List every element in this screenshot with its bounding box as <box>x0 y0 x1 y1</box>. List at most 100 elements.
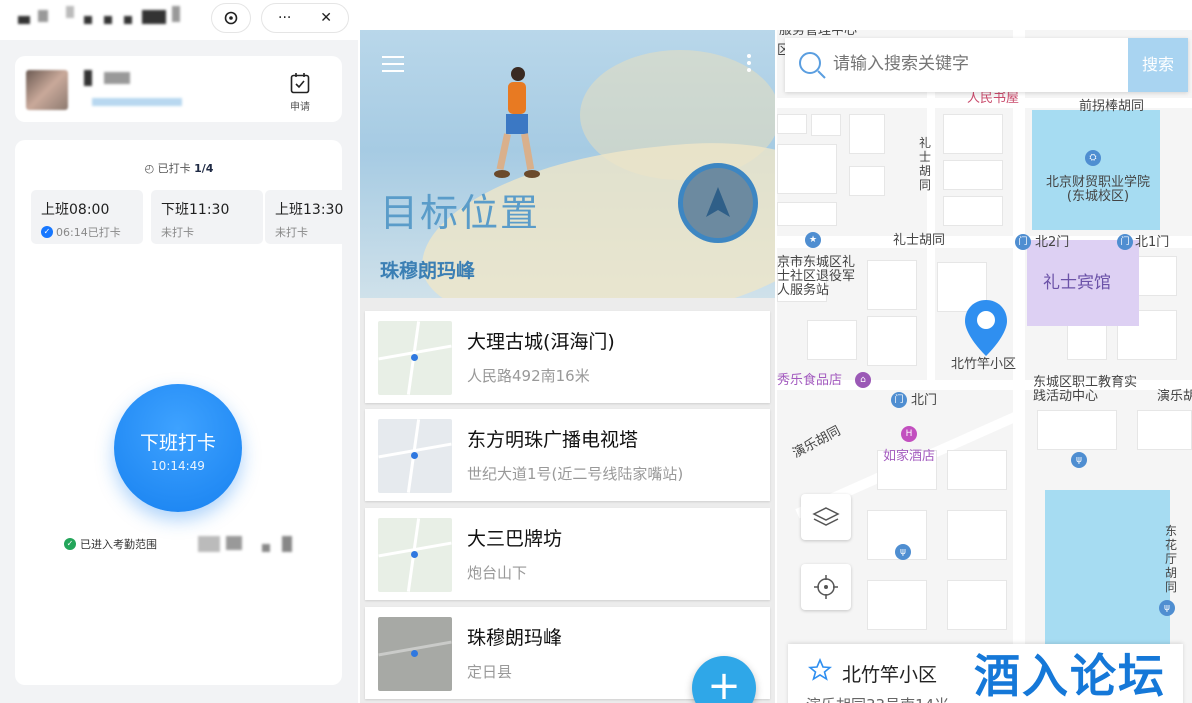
item-title: 东方明珠广播电视塔 <box>467 429 639 451</box>
star-poi-icon[interactable]: ★ <box>805 232 821 248</box>
restaurant-icon[interactable]: ψ <box>1159 600 1175 616</box>
map-label: 京市东城区礼士社区退役军人服务站 <box>777 255 856 298</box>
school-icon[interactable]: ⛭ <box>1085 150 1101 166</box>
map-label: 北门 <box>911 393 938 408</box>
location-compass-icon[interactable] <box>678 163 758 243</box>
list-item[interactable]: 大理古城(洱海门) 人民路492南16米 <box>365 311 770 403</box>
mini-program-top-bar: ··· ✕ <box>0 0 358 40</box>
campus-area <box>1032 110 1160 230</box>
locate-button[interactable] <box>801 564 851 610</box>
search-button[interactable]: 搜索 <box>1128 38 1188 92</box>
item-title: 珠穆朗玛峰 <box>467 627 563 649</box>
map-block <box>867 316 917 366</box>
layers-button[interactable] <box>801 494 851 540</box>
close-icon[interactable]: ✕ <box>320 10 332 26</box>
item-subtitle: 人民路492南16米 <box>467 367 590 385</box>
slot-title: 上班13:30 <box>275 202 344 218</box>
map-thumbnail <box>378 321 452 395</box>
item-title: 大三巴牌坊 <box>467 528 563 550</box>
hero-subtitle: 珠穆朗玛峰 <box>380 260 476 282</box>
map-block <box>1037 410 1117 450</box>
map-label: 北2门 <box>1035 235 1070 250</box>
punch-button[interactable]: 下班打卡 10:14:49 <box>114 384 242 512</box>
menu-icon[interactable] <box>382 56 404 77</box>
map-block <box>1067 320 1107 360</box>
check-icon: ✓ <box>64 538 76 550</box>
blurred-title <box>124 16 132 24</box>
blurred-title <box>104 16 112 24</box>
item-subtitle: 炮台山下 <box>467 564 528 582</box>
water-area <box>1045 490 1170 650</box>
screenshot-root: ··· ✕ 申请 ◴ 已打卡 1/4 上班08:00 ✓ 06:14已打卡 下班1… <box>0 0 1192 703</box>
map-label: 演乐胡 <box>1157 389 1192 404</box>
map-block <box>811 114 841 136</box>
map-label: 东花厅胡同 <box>1165 524 1178 594</box>
map-block <box>849 166 885 196</box>
avatar <box>26 70 68 110</box>
blurred-title <box>38 10 48 22</box>
swirl-icon <box>224 11 238 25</box>
slot-status: ✓ 06:14已打卡 <box>41 224 143 240</box>
more-icon[interactable]: ··· <box>278 10 291 26</box>
restaurant-icon[interactable]: ψ <box>895 544 911 560</box>
map-block <box>943 114 1003 154</box>
blurred-name <box>84 70 92 86</box>
map-block <box>867 260 917 310</box>
navigation-arrow-icon <box>706 187 730 217</box>
map-block <box>777 202 837 226</box>
blurred-location <box>262 544 270 552</box>
gate-icon[interactable]: 门 <box>891 392 907 408</box>
punch-label: 下班打卡 <box>139 432 216 454</box>
map-thumbnail <box>378 617 452 691</box>
summary-count: 1/4 <box>194 162 214 175</box>
search-icon <box>799 52 826 79</box>
range-text: 已进入考勤范围 <box>80 538 157 551</box>
mini-program-icon-button[interactable] <box>211 3 251 33</box>
item-subtitle: 世纪大道1号(近二号线陆家嘴站) <box>467 465 684 483</box>
blurred-location <box>226 536 242 550</box>
blurred-title <box>18 16 30 24</box>
gate-icon[interactable]: 门 <box>1015 234 1031 250</box>
check-icon: ✓ <box>41 226 53 238</box>
map-label: 礼士宾馆 <box>1043 273 1111 293</box>
clock-icon: ◴ <box>144 162 155 175</box>
apply-label: 申请 <box>290 102 310 113</box>
punch-slot[interactable]: 上班08:00 ✓ 06:14已打卡 <box>31 190 143 244</box>
hero-title: 目标位置 <box>380 191 541 235</box>
star-outline-icon[interactable] <box>808 658 832 682</box>
hotel-icon[interactable]: H <box>901 426 917 442</box>
item-title: 大理古城(洱海门) <box>467 331 615 353</box>
restaurant-icon[interactable]: ψ <box>1071 452 1087 468</box>
map-label: 东城区职工教育实践活动中心 <box>1033 375 1138 404</box>
map-block <box>943 160 1003 190</box>
apply-button[interactable]: 申请 <box>284 72 316 113</box>
search-input[interactable] <box>833 54 1123 74</box>
slot-status: 未打卡 <box>275 226 308 239</box>
gate-icon[interactable]: 门 <box>1117 234 1133 250</box>
shop-icon[interactable]: ⌂ <box>855 372 871 388</box>
item-subtitle: 定日县 <box>467 663 513 681</box>
range-status: ✓ 已进入考勤范围 <box>64 536 157 552</box>
punch-slot[interactable]: 下班11:30 未打卡 <box>151 190 263 244</box>
map-block <box>1137 410 1192 450</box>
punch-slot[interactable]: 上班13:30 未打卡 <box>265 190 358 244</box>
map-label: 礼士胡同 <box>919 136 932 192</box>
blurred-title <box>66 6 74 18</box>
summary-prefix: 已打卡 <box>157 162 191 175</box>
map-block <box>947 510 1007 560</box>
map-block <box>777 144 837 194</box>
target-location-panel: 目标位置 珠穆朗玛峰 大理古城(洱海门) 人民路492南16米 东方明珠广播电视… <box>360 30 775 703</box>
map-label: 北1门 <box>1135 235 1170 250</box>
attendance-panel: ··· ✕ 申请 ◴ 已打卡 1/4 上班08:00 ✓ 06:14已打卡 下班1… <box>0 0 358 703</box>
blurred-location <box>282 536 292 552</box>
calendar-check-icon <box>290 73 310 94</box>
blurred-location <box>198 536 220 552</box>
map-label: 北竹竿小区 <box>951 357 1017 372</box>
location-pin-icon[interactable] <box>963 298 1009 358</box>
map-label: 人民书屋 <box>967 91 1020 106</box>
blurred-department <box>92 98 182 106</box>
list-item[interactable]: 东方明珠广播电视塔 世纪大道1号(近二号线陆家嘴站) <box>365 409 770 501</box>
list-item[interactable]: 大三巴牌坊 炮台山下 <box>365 508 770 600</box>
map-label: 服务管理中心 <box>779 30 858 38</box>
more-vertical-icon[interactable] <box>747 54 751 75</box>
